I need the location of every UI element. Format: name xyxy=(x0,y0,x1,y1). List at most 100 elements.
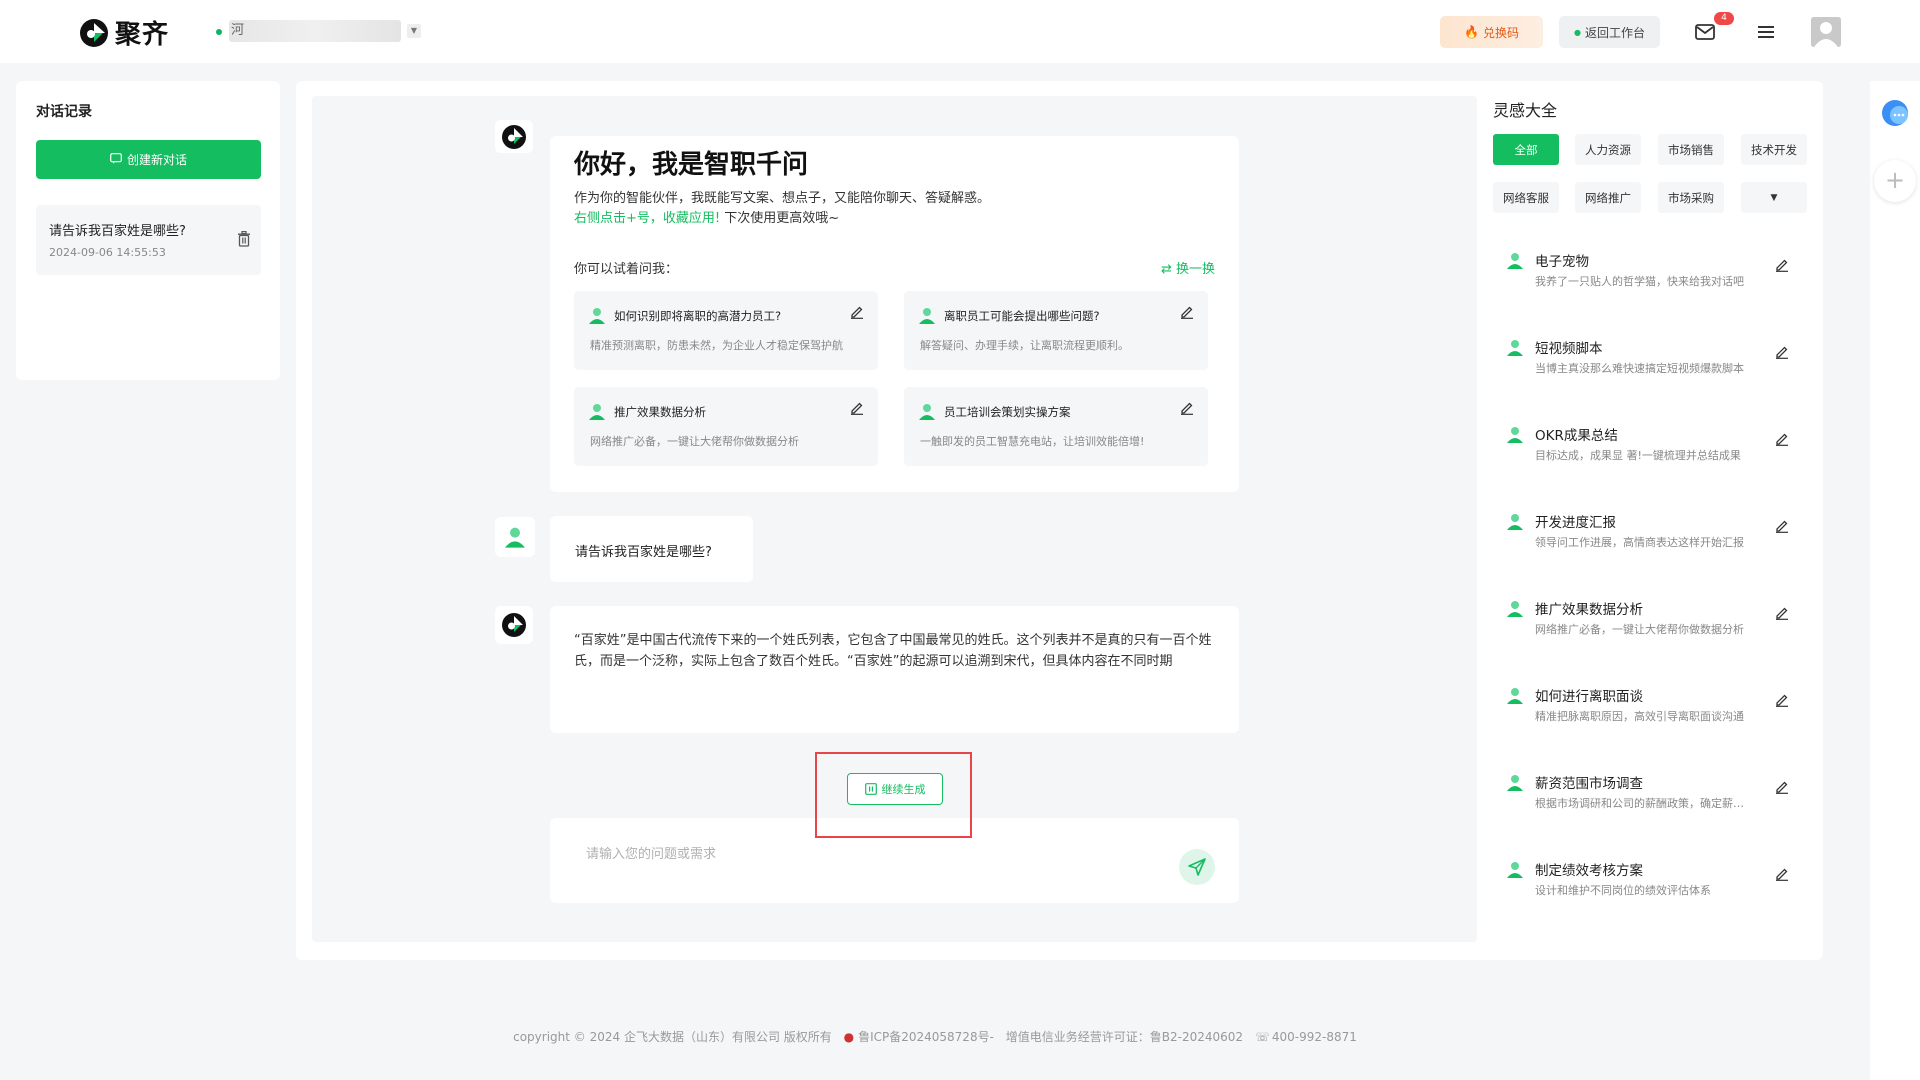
suggestion-title: 推广效果数据分析 xyxy=(614,405,706,419)
suggestion-desc: 精准预测离职，防患未然，为企业人才稳定保驾护航 xyxy=(590,339,843,352)
person-icon xyxy=(1507,340,1523,356)
suggestion-title: 离职员工可能会提出哪些问题? xyxy=(944,309,1100,323)
inspiration-item[interactable]: 电子宠物 我养了一只贴人的哲学猫，快来给我对话吧 xyxy=(1493,240,1813,300)
category-tab-service[interactable]: 网络客服 xyxy=(1493,182,1559,213)
edit-icon[interactable] xyxy=(1775,432,1789,446)
footer: copyright © 2024 企飞大数据（山东）有限公司 版权所有 ● 鲁IC… xyxy=(0,1028,1870,1045)
inspiration-item-desc: 当博主真没那么难快速搞定短视频爆款脚本 xyxy=(1535,362,1744,375)
history-item[interactable]: 请告诉我百家姓是哪些? 2024-09-06 14:55:53 xyxy=(36,205,261,275)
suggestion-desc: 解答疑问、办理手续，让离职流程更顺利。 xyxy=(920,339,1129,352)
trash-icon[interactable] xyxy=(237,230,251,247)
edit-icon[interactable] xyxy=(1180,401,1194,415)
person-icon xyxy=(919,308,935,324)
send-icon xyxy=(1188,858,1206,876)
inspiration-item-name: 推广效果数据分析 xyxy=(1535,602,1643,618)
person-icon xyxy=(1507,514,1523,530)
back-to-workbench-button[interactable]: ● 返回工作台 xyxy=(1559,16,1660,48)
edit-icon[interactable] xyxy=(1775,780,1789,794)
edit-icon[interactable] xyxy=(1775,693,1789,707)
menu-icon[interactable] xyxy=(1754,20,1778,44)
edit-icon[interactable] xyxy=(1775,606,1789,620)
person-icon xyxy=(589,308,605,324)
inspiration-item[interactable]: 制定绩效考核方案 设计和维护不同岗位的绩效评估体系 xyxy=(1493,849,1813,909)
new-chat-icon xyxy=(110,152,122,167)
new-chat-button[interactable]: 创建新对话 xyxy=(36,140,261,179)
phone-icon: ☏ xyxy=(1254,1030,1270,1044)
edit-icon[interactable] xyxy=(850,305,864,319)
inspiration-item-name: 薪资范围市场调查 xyxy=(1535,776,1643,792)
refresh-icon: ⇄ xyxy=(1160,262,1172,277)
redeem-code-button[interactable]: 🔥 兑换码 xyxy=(1440,16,1543,48)
try-asking-label: 你可以试着问我： xyxy=(574,262,679,277)
person-icon xyxy=(1507,862,1523,878)
inspiration-item[interactable]: OKR成果总结 目标达成，成果显 著!一键梳理并总结成果 xyxy=(1493,414,1813,474)
user-avatar[interactable] xyxy=(1811,17,1841,47)
mail-badge: 4 xyxy=(1714,12,1734,25)
inspiration-item[interactable]: 薪资范围市场调查 根据市场调研和公司的薪酬政策，确定薪资范围 xyxy=(1493,762,1813,822)
bot-avatar-icon xyxy=(495,606,533,644)
welcome-hint-highlight: 右侧点击+号，收藏应用! xyxy=(574,211,721,226)
add-app-icon[interactable]: + xyxy=(1874,160,1916,202)
bot-avatar-icon xyxy=(495,120,533,153)
inspiration-item-name: 开发进度汇报 xyxy=(1535,515,1616,531)
logo-mark-icon xyxy=(80,18,108,47)
redeem-code-label: 兑换码 xyxy=(1482,25,1519,40)
person-icon xyxy=(1507,688,1523,704)
welcome-hint-rest: 下次使用更高效哦~ xyxy=(720,211,840,226)
police-badge-icon: ● xyxy=(843,1030,855,1044)
person-icon xyxy=(919,404,935,420)
suggestion-title: 员工培训会策划实操方案 xyxy=(944,405,1071,419)
category-tab-procurement[interactable]: 市场采购 xyxy=(1658,182,1724,213)
category-tab-promotion[interactable]: 网络推广 xyxy=(1575,182,1641,213)
workspace-dropdown-icon[interactable]: ▼ xyxy=(407,24,421,38)
workspace-name[interactable]: 河 xyxy=(229,20,401,42)
category-tab-hr[interactable]: 人力资源 xyxy=(1575,134,1641,165)
edit-icon[interactable] xyxy=(1180,305,1194,319)
continue-icon xyxy=(864,783,877,795)
category-more-dropdown-icon[interactable]: ▼ xyxy=(1741,182,1807,213)
history-panel: 对话记录 创建新对话 请告诉我百家姓是哪些? 2024-09-06 14:55:… xyxy=(16,81,280,380)
send-button[interactable] xyxy=(1179,849,1215,885)
swap-button[interactable]: ⇄ 换一换 xyxy=(1161,258,1215,277)
new-chat-label: 创建新对话 xyxy=(126,153,187,167)
suggestion-card[interactable]: 员工培训会策划实操方案 一触即发的员工智慧充电站，让培训效能倍增! xyxy=(904,387,1208,466)
suggestion-card[interactable]: 离职员工可能会提出哪些问题? 解答疑问、办理手续，让离职流程更顺利。 xyxy=(904,291,1208,370)
category-tab-dev[interactable]: 技术开发 xyxy=(1741,134,1807,165)
inspiration-item-name: 如何进行离职面谈 xyxy=(1535,689,1643,705)
user-avatar-icon xyxy=(495,517,535,557)
suggestion-title: 如何识别即将离职的高潜力员工? xyxy=(614,309,782,323)
welcome-hint: 右侧点击+号，收藏应用! 下次使用更高效哦~ xyxy=(574,207,839,226)
back-to-workbench-label: 返回工作台 xyxy=(1584,25,1645,40)
edit-icon[interactable] xyxy=(1775,258,1789,272)
brand-name: 聚齐 xyxy=(115,20,170,50)
inspiration-item[interactable]: 推广效果数据分析 网络推广必备，一键让大佬帮你做数据分析 xyxy=(1493,588,1813,648)
category-tab-all[interactable]: 全部 xyxy=(1493,134,1559,165)
welcome-card: 你好，我是智职千问 作为你的智能伙伴，我既能写文案、想点子，又能陪你聊天、答疑解… xyxy=(550,136,1239,492)
inspiration-item[interactable]: 开发进度汇报 领导问工作进展，高情商表达这样开始汇报 xyxy=(1493,501,1813,561)
user-message: 请告诉我百家姓是哪些? xyxy=(550,516,753,582)
history-item-time: 2024-09-06 14:55:53 xyxy=(49,246,166,259)
inspiration-item-name: OKR成果总结 xyxy=(1535,428,1618,444)
edit-icon[interactable] xyxy=(1775,519,1789,533)
edit-icon[interactable] xyxy=(1775,345,1789,359)
inspiration-item-desc: 根据市场调研和公司的薪酬政策，确定薪资范围 xyxy=(1535,797,1753,810)
footer-license: 增值电信业务经营许可证：鲁B2-20240602 xyxy=(1005,1030,1244,1044)
bot-message-text: “百家姓”是中国古代流传下来的一个姓氏列表，它包含了中国最常见的姓氏。这个列表并… xyxy=(574,633,1212,669)
edit-icon[interactable] xyxy=(850,401,864,415)
footer-phone: 400-992-8871 xyxy=(1271,1030,1357,1044)
continue-generating-button[interactable]: 继续生成 xyxy=(847,773,943,805)
mail-icon[interactable] xyxy=(1693,20,1717,44)
logo[interactable]: 聚齐 xyxy=(79,14,169,51)
chat-bubble-icon[interactable] xyxy=(1880,98,1910,128)
chat-input[interactable] xyxy=(586,842,1146,866)
person-icon xyxy=(1507,253,1523,269)
footer-icp[interactable]: 鲁ICP备2024058728号- xyxy=(858,1030,994,1044)
continue-generating-label: 继续生成 xyxy=(881,783,926,796)
category-tab-sales[interactable]: 市场销售 xyxy=(1658,134,1724,165)
inspiration-item[interactable]: 短视频脚本 当博主真没那么难快速搞定短视频爆款脚本 xyxy=(1493,327,1813,387)
inspiration-item[interactable]: 如何进行离职面谈 精准把脉离职原因，高效引导离职面谈沟通 xyxy=(1493,675,1813,735)
suggestion-card[interactable]: 如何识别即将离职的高潜力员工? 精准预测离职，防患未然，为企业人才稳定保驾护航 xyxy=(574,291,878,370)
inspiration-item-desc: 网络推广必备，一键让大佬帮你做数据分析 xyxy=(1535,623,1744,636)
edit-icon[interactable] xyxy=(1775,867,1789,881)
suggestion-card[interactable]: 推广效果数据分析 网络推广必备，一键让大佬帮你做数据分析 xyxy=(574,387,878,466)
